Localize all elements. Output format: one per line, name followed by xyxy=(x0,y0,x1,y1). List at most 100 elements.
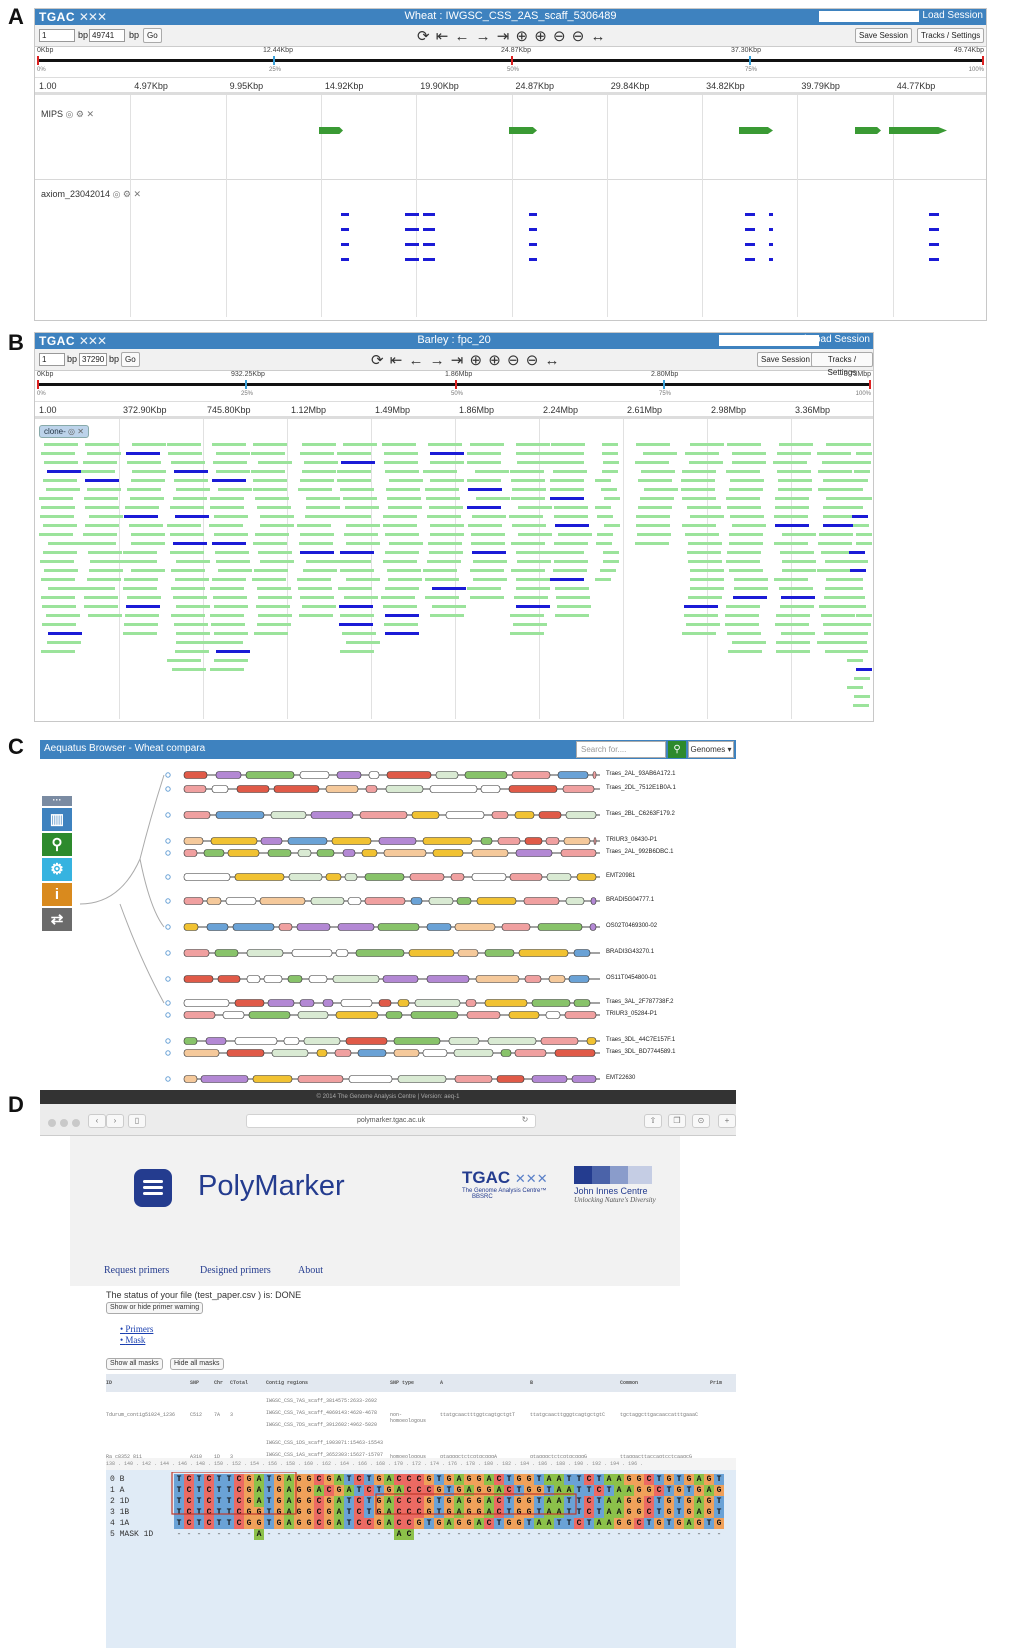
clone-feature[interactable] xyxy=(511,479,545,482)
clone-feature[interactable] xyxy=(471,542,505,545)
clone-feature[interactable] xyxy=(44,569,78,572)
clone-feature[interactable] xyxy=(775,506,809,509)
nav-about[interactable]: About xyxy=(298,1265,323,1276)
clone-feature[interactable] xyxy=(89,515,123,518)
clone-feature[interactable] xyxy=(726,560,760,563)
clone-feature[interactable] xyxy=(854,677,870,680)
clone-feature[interactable] xyxy=(855,623,871,626)
clone-feature[interactable] xyxy=(126,452,160,455)
clone-feature[interactable] xyxy=(550,551,584,554)
clone-feature[interactable] xyxy=(602,452,618,455)
clone-feature[interactable] xyxy=(423,470,457,473)
clone-feature[interactable] xyxy=(729,533,763,536)
clone-feature[interactable] xyxy=(257,623,291,626)
clone-feature[interactable] xyxy=(171,587,205,590)
clone-feature[interactable] xyxy=(385,533,419,536)
clone-feature[interactable] xyxy=(170,506,204,509)
clone-feature[interactable] xyxy=(425,578,459,581)
clone-feature[interactable] xyxy=(853,524,869,527)
clone-feature[interactable] xyxy=(597,515,613,518)
track-control-icons[interactable]: ◎ ⚙ ✕ xyxy=(66,109,94,119)
clone-feature[interactable] xyxy=(596,542,612,545)
gene-label[interactable]: BRADI3G43270.1 xyxy=(606,949,654,955)
clone-feature[interactable] xyxy=(168,452,202,455)
clone-feature[interactable] xyxy=(854,695,870,698)
clone-feature[interactable] xyxy=(255,497,289,500)
clone-feature[interactable] xyxy=(341,461,375,464)
gene-label[interactable]: Traes_2AL_93AB6A172.1 xyxy=(606,771,676,777)
clone-feature[interactable] xyxy=(302,470,336,473)
clone-feature[interactable] xyxy=(467,587,501,590)
clone-feature[interactable] xyxy=(214,632,248,635)
end-input[interactable]: 37290 xyxy=(79,353,107,366)
clone-feature[interactable] xyxy=(260,515,294,518)
clone-feature[interactable] xyxy=(87,578,121,581)
clone-feature[interactable] xyxy=(257,506,291,509)
clone-feature[interactable] xyxy=(48,587,82,590)
clone-feature[interactable] xyxy=(595,578,611,581)
clone-feature[interactable] xyxy=(213,596,247,599)
clone-feature[interactable] xyxy=(429,506,463,509)
clone-feature[interactable] xyxy=(41,506,75,509)
clone-feature[interactable] xyxy=(516,443,550,446)
clone-feature[interactable] xyxy=(776,641,810,644)
clone-feature[interactable] xyxy=(776,650,810,653)
clone-feature[interactable] xyxy=(298,488,332,491)
clone-feature[interactable] xyxy=(467,452,501,455)
clone-feature[interactable] xyxy=(636,443,670,446)
clone-feature[interactable] xyxy=(340,551,374,554)
clone-feature[interactable] xyxy=(852,560,868,563)
clone-feature[interactable] xyxy=(690,569,724,572)
clone-feature[interactable] xyxy=(430,461,464,464)
clone-feature[interactable] xyxy=(212,479,246,482)
clone-feature[interactable] xyxy=(426,497,460,500)
clone-feature[interactable] xyxy=(818,542,852,545)
clone-feature[interactable] xyxy=(726,605,760,608)
clone-feature[interactable] xyxy=(212,578,246,581)
clone-feature[interactable] xyxy=(726,497,760,500)
clone-feature[interactable] xyxy=(554,542,588,545)
clone-feature[interactable] xyxy=(125,614,159,617)
snp-marker[interactable] xyxy=(745,243,755,246)
clone-feature[interactable] xyxy=(428,542,462,545)
clone-feature[interactable] xyxy=(212,443,246,446)
clone-feature[interactable] xyxy=(641,470,675,473)
tracks-settings-button[interactable]: Tracks / Settings xyxy=(811,352,873,377)
clone-feature[interactable] xyxy=(847,659,863,662)
clone-feature[interactable] xyxy=(777,452,811,455)
clone-feature[interactable] xyxy=(209,641,243,644)
gene-label[interactable]: EMT22630 xyxy=(606,1075,635,1081)
clone-feature[interactable] xyxy=(389,542,423,545)
snp-marker[interactable] xyxy=(529,228,537,231)
back-icon[interactable]: ‹ xyxy=(88,1114,106,1128)
clone-feature[interactable] xyxy=(340,614,374,617)
clone-feature[interactable] xyxy=(817,641,851,644)
clone-feature[interactable] xyxy=(555,524,589,527)
snp-marker[interactable] xyxy=(405,228,419,231)
clone-feature[interactable] xyxy=(734,578,768,581)
clone-feature[interactable] xyxy=(779,587,813,590)
clone-feature[interactable] xyxy=(167,659,201,662)
clone-feature[interactable] xyxy=(511,542,545,545)
clone-feature[interactable] xyxy=(688,596,722,599)
clone-feature[interactable] xyxy=(558,533,592,536)
clone-feature[interactable] xyxy=(129,524,163,527)
clone-feature[interactable] xyxy=(258,596,292,599)
clone-feature[interactable] xyxy=(725,623,759,626)
clone-feature[interactable] xyxy=(817,569,851,572)
clone-feature[interactable] xyxy=(167,443,201,446)
clone-feature[interactable] xyxy=(690,578,724,581)
go-button[interactable]: Go xyxy=(121,352,140,367)
clone-feature[interactable] xyxy=(555,614,589,617)
clone-feature[interactable] xyxy=(513,623,547,626)
clone-feature[interactable] xyxy=(818,470,852,473)
clone-feature[interactable] xyxy=(681,488,715,491)
clone-feature[interactable] xyxy=(550,488,584,491)
clone-feature[interactable] xyxy=(43,524,77,527)
clone-feature[interactable] xyxy=(688,560,722,563)
gene-label[interactable]: TRIUR3_05284-P1 xyxy=(606,1011,657,1017)
clone-feature[interactable] xyxy=(131,569,165,572)
clone-feature[interactable] xyxy=(854,470,870,473)
clone-feature[interactable] xyxy=(211,623,245,626)
clone-feature[interactable] xyxy=(173,497,207,500)
